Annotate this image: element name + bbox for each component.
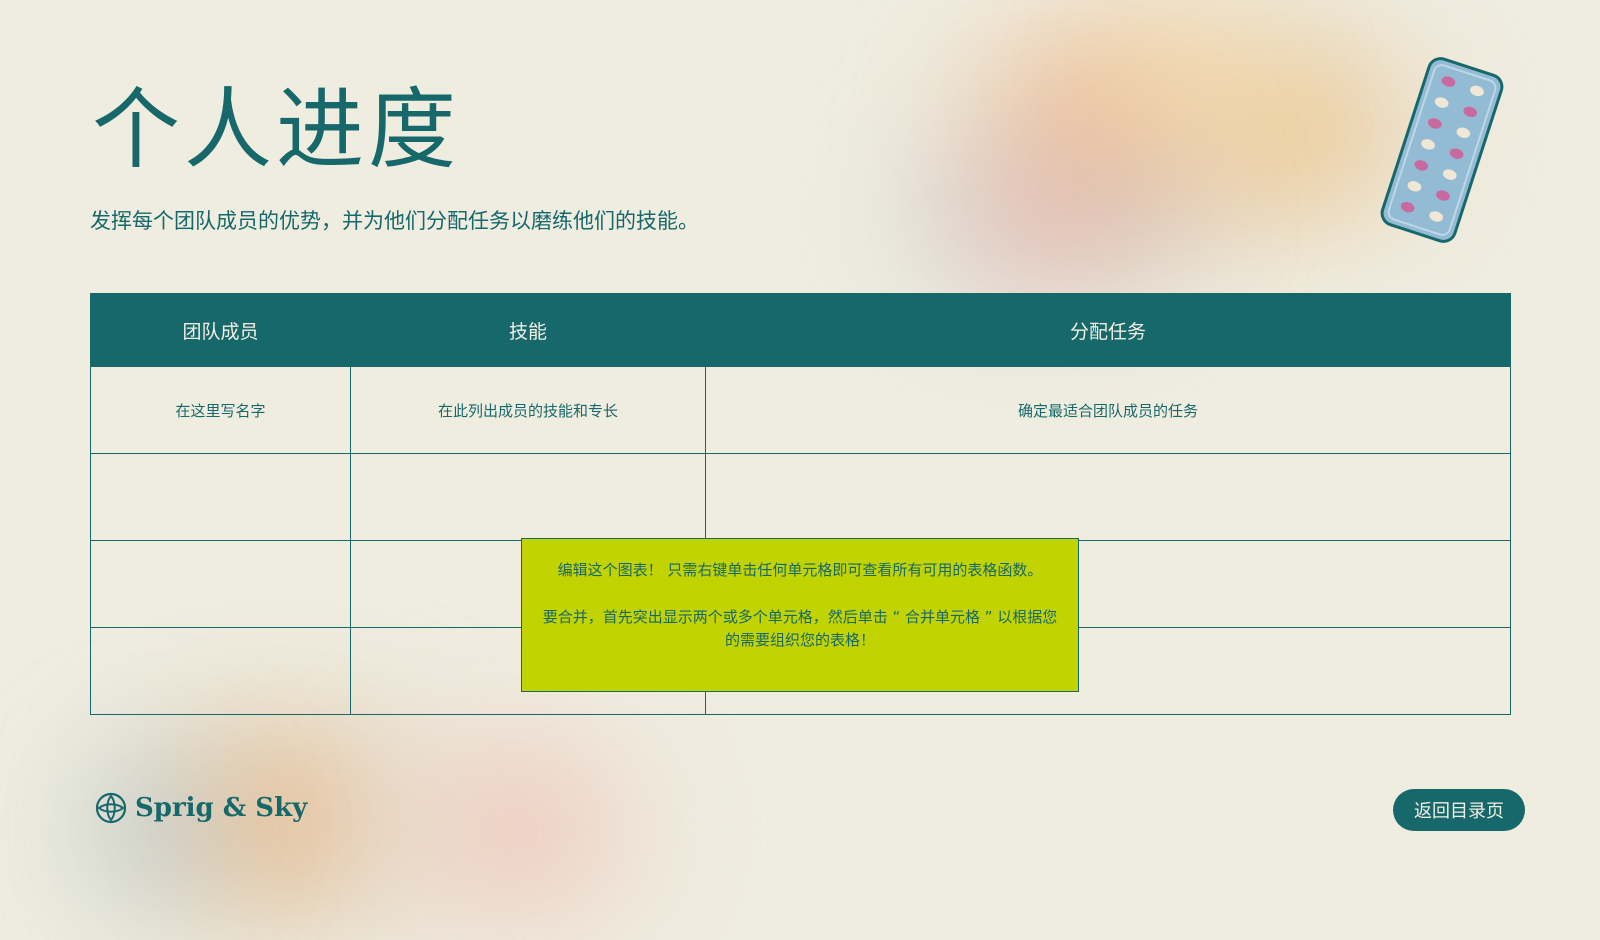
gradient-blob-top: [860, 120, 1240, 310]
edit-hint-note[interactable]: 编辑这个图表！ 只需右键单击任何单元格即可查看所有可用的表格函数。 要合并，首先…: [521, 538, 1079, 692]
brand-logo: Sprig & Sky: [95, 790, 307, 826]
table-header-row: 团队成员 技能 分配任务: [90, 293, 1511, 367]
table-row: 在这里写名字 在此列出成员的技能和专长 确定最适合团队成员的任务: [90, 366, 1511, 454]
note-line-edit: 编辑这个图表！ 只需右键单击任何单元格即可查看所有可用的表格函数。: [557, 561, 1043, 579]
gradient-blob-bottom: [40, 730, 260, 930]
header-assigned-task[interactable]: 分配任务: [705, 293, 1511, 367]
brand-name: Sprig & Sky: [135, 793, 308, 823]
note-line-merge: 要合并，首先突出显示两个或多个单元格，然后单击 “ 合并单元格 ” 以根据您的需…: [542, 608, 1058, 649]
gradient-blob-bottom: [330, 720, 710, 940]
table-cell[interactable]: [350, 453, 706, 541]
table-cell[interactable]: 在这里写名字: [90, 366, 351, 454]
header-team-member[interactable]: 团队成员: [90, 293, 351, 367]
page-subtitle: 发挥每个团队成员的优势，并为他们分配任务以磨练他们的技能。: [90, 209, 699, 233]
header-skills[interactable]: 技能: [350, 293, 706, 367]
page-title: 个人进度: [92, 78, 461, 181]
table-cell[interactable]: 在此列出成员的技能和专长: [350, 366, 706, 454]
table-cell[interactable]: 确定最适合团队成员的任务: [705, 366, 1511, 454]
leaf-flower-icon: [95, 792, 127, 824]
gradient-blob-top: [900, 10, 1320, 250]
pill-pack-icon: [1380, 57, 1504, 243]
back-to-contents-button[interactable]: 返回目录页: [1393, 789, 1525, 831]
gradient-blob-top: [1060, 0, 1320, 150]
table-cell[interactable]: [705, 453, 1511, 541]
table-row: [90, 453, 1511, 541]
table-cell[interactable]: [90, 540, 351, 628]
table-cell[interactable]: [90, 627, 351, 715]
table-cell[interactable]: [90, 453, 351, 541]
